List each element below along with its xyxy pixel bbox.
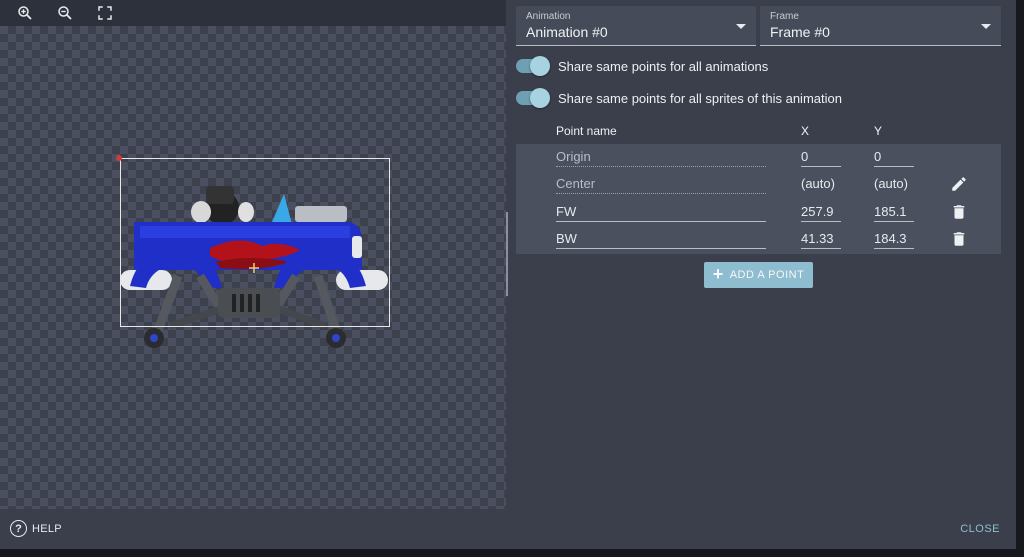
frame-select[interactable]: Frame Frame #0 [760, 6, 1001, 46]
share-all-animations-row: Share same points for all animations [516, 56, 768, 76]
preview-toolbar [0, 0, 506, 26]
background-strip [1016, 0, 1024, 557]
point-x-value: (auto) [801, 176, 835, 191]
frame-select-label: Frame [770, 11, 799, 22]
points-table-body: Origin 0 0 Center (auto) (auto) FW 257.9… [516, 144, 1001, 254]
share-all-sprites-row: Share same points for all sprites of thi… [516, 88, 842, 108]
trash-icon[interactable] [950, 230, 968, 248]
table-row: FW 257.9 185.1 [516, 199, 1001, 226]
point-y-field[interactable]: 184.3 [874, 231, 914, 249]
point-name-field[interactable]: BW [556, 231, 766, 249]
share-all-animations-label: Share same points for all animations [558, 58, 769, 74]
table-row: BW 41.33 184.3 [516, 226, 1001, 253]
background-strip [0, 549, 1024, 557]
add-point-label: ADD A POINT [729, 269, 805, 281]
column-header-x: X [801, 124, 810, 138]
share-all-sprites-toggle[interactable] [516, 88, 550, 108]
animation-select-value: Animation #0 [526, 24, 608, 40]
column-header-name: Point name [556, 124, 617, 138]
frame-select-value: Frame #0 [770, 24, 830, 40]
point-name-field[interactable]: FW [556, 204, 766, 222]
point-x-field[interactable]: 257.9 [801, 204, 841, 222]
share-all-animations-toggle[interactable] [516, 56, 550, 76]
sprite-bounding-box [120, 158, 390, 327]
point-y-field[interactable]: 0 [874, 149, 914, 167]
origin-point-marker[interactable] [116, 155, 122, 161]
points-panel: Animation Animation #0 Frame Frame #0 Sh… [508, 0, 1016, 509]
animation-select[interactable]: Animation Animation #0 [516, 6, 756, 46]
point-name-field: Origin [556, 149, 766, 167]
table-row: Center (auto) (auto) [516, 171, 1001, 198]
table-row: Origin 0 0 [516, 144, 1001, 171]
share-all-sprites-label: Share same points for all sprites of thi… [558, 90, 842, 106]
zoom-out-icon[interactable] [56, 4, 74, 22]
chevron-down-icon [981, 24, 991, 29]
point-x-field[interactable]: 41.33 [801, 231, 841, 249]
zoom-in-icon[interactable] [16, 4, 34, 22]
add-point-button[interactable]: + ADD A POINT [704, 262, 813, 288]
fullscreen-icon[interactable] [96, 4, 114, 22]
point-y-value: (auto) [874, 176, 908, 191]
dialog-footer: ? HELP CLOSE [0, 509, 1016, 549]
points-editor-dialog: Animation Animation #0 Frame Frame #0 Sh… [0, 0, 1016, 549]
plus-icon: + [712, 264, 724, 284]
animation-select-label: Animation [526, 11, 571, 22]
chevron-down-icon [736, 24, 746, 29]
point-x-field[interactable]: 0 [801, 149, 841, 167]
close-button[interactable]: CLOSE [960, 523, 1000, 535]
pencil-icon[interactable] [950, 175, 968, 193]
trash-icon[interactable] [950, 203, 968, 221]
help-button[interactable]: ? HELP [10, 520, 62, 537]
points-table-header: Point name X Y [516, 122, 1001, 140]
point-name-field: Center [556, 176, 766, 194]
help-label: HELP [32, 522, 62, 535]
help-icon: ? [10, 520, 27, 537]
point-y-field[interactable]: 185.1 [874, 204, 914, 222]
column-header-y: Y [874, 124, 883, 138]
